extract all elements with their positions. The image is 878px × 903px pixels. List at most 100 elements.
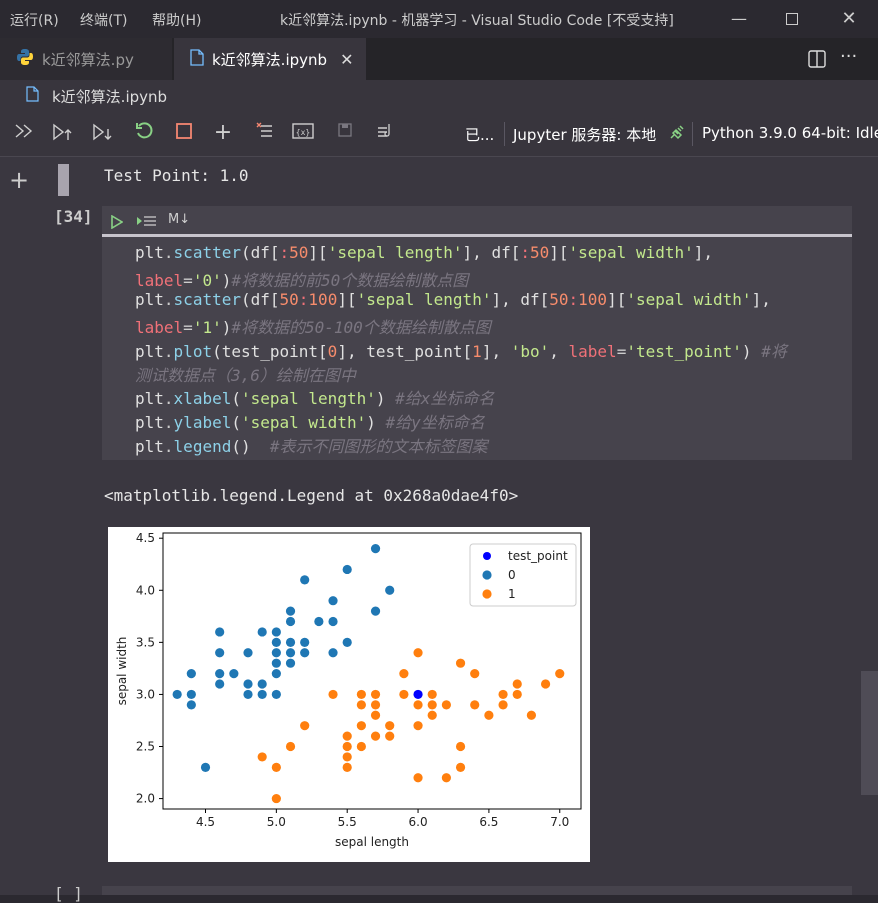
- code-token: ][: [607, 290, 627, 310]
- more-actions-icon[interactable]: ···: [840, 46, 857, 67]
- split-editor-icon[interactable]: [808, 50, 826, 72]
- data-point-series-1: [498, 700, 508, 710]
- data-point-series-0: [370, 544, 381, 554]
- data-point-series-0: [342, 564, 352, 575]
- data-point-series-1: [484, 710, 494, 720]
- code-token: 'sepal width': [568, 243, 694, 262]
- code-token: scatter: [173, 290, 241, 310]
- variables-icon[interactable]: {x}: [292, 122, 314, 144]
- code-token: :: [279, 243, 290, 262]
- maximize-icon[interactable]: [777, 6, 807, 32]
- run-above-icon[interactable]: [52, 122, 74, 144]
- data-point-series-0: [243, 679, 253, 689]
- code-token: .: [163, 412, 174, 432]
- data-point-series-0: [186, 669, 196, 679]
- data-point-series-1: [370, 710, 381, 720]
- menu-run[interactable]: 运行(R): [10, 10, 59, 30]
- code-token: ][: [308, 243, 328, 262]
- code-token: 'sepal length': [327, 243, 463, 262]
- scatter-chart: 4.5 5.0 5.5 6.0 6.5 7.0 2.0 2.5 3.0 3.5 4.0 4.5 sepa…: [115, 531, 582, 849]
- menu-terminal[interactable]: 终端(T): [80, 10, 127, 30]
- breadcrumb-file[interactable]: k近邻算法.ipynb: [52, 86, 167, 107]
- code-token: 'sepal width': [626, 290, 752, 310]
- vertical-scrollbar[interactable]: [861, 671, 878, 795]
- data-point-series-0: [285, 648, 296, 658]
- data-point-series-1: [385, 721, 395, 731]
- data-point-series-0: [215, 627, 225, 637]
- tab-label: k近邻算法.py: [42, 50, 134, 69]
- code-token: ],: [751, 290, 771, 310]
- data-point-series-1: [356, 700, 366, 710]
- code-token: 100: [578, 290, 608, 310]
- code-editor[interactable]: plt.scatter(df[:50]['sepal length'], df[…: [102, 237, 852, 460]
- data-point-series-1: [555, 669, 565, 679]
- data-point-series-0: [215, 648, 225, 658]
- code-token: ylabel: [173, 412, 232, 432]
- close-window-icon[interactable]: ✕: [834, 6, 864, 32]
- data-point-series-1: [399, 669, 409, 679]
- export-icon[interactable]: [374, 122, 396, 144]
- add-cell-gutter-icon[interactable]: +: [9, 168, 29, 192]
- save-icon[interactable]: [334, 122, 356, 144]
- tab-k-ipynb[interactable]: k近邻算法.ipynb ✕: [174, 38, 366, 80]
- data-point-series-1: [342, 741, 352, 752]
- code-token: #将数据的50-100个数据绘制散点图: [231, 318, 491, 338]
- next-code-cell[interactable]: [102, 886, 852, 895]
- data-point-series-1: [470, 700, 480, 710]
- code-token: .: [163, 243, 174, 262]
- clear-outputs-icon[interactable]: [254, 122, 276, 144]
- markdown-toggle[interactable]: M↓: [168, 212, 190, 227]
- server-connected-icon[interactable]: [668, 124, 685, 145]
- data-point-series-1: [342, 731, 352, 741]
- trusted-status[interactable]: 已...: [465, 124, 494, 145]
- code-token: plt: [135, 243, 164, 262]
- code-token: #将: [761, 341, 787, 361]
- data-point-series-1: [427, 689, 437, 700]
- data-point-series-1: [427, 700, 437, 710]
- code-token: ,: [549, 341, 569, 361]
- data-point-series-0: [186, 700, 196, 710]
- breadcrumb: k近邻算法.ipynb: [0, 80, 878, 110]
- run-cell-icon[interactable]: [111, 214, 124, 233]
- data-point-series-1: [328, 689, 338, 700]
- code-token: '0': [192, 270, 222, 290]
- minimize-icon[interactable]: —: [724, 6, 754, 32]
- data-point-series-1: [512, 679, 522, 689]
- code-token: plt: [135, 412, 164, 432]
- run-below-icon[interactable]: [92, 122, 114, 144]
- x-tick-label: 6.5: [479, 815, 498, 829]
- interrupt-kernel-icon[interactable]: [173, 122, 195, 144]
- code-token: xlabel: [173, 389, 232, 409]
- menu-help[interactable]: 帮助(H): [152, 10, 201, 30]
- y-tick-label: 4.0: [136, 583, 155, 597]
- restart-kernel-icon[interactable]: [133, 122, 155, 144]
- tab-k-py[interactable]: k近邻算法.py: [0, 38, 172, 80]
- run-all-icon[interactable]: [14, 122, 36, 144]
- data-point-series-0: [342, 637, 352, 647]
- code-token: 50: [289, 243, 309, 262]
- code-token: 'sepal length': [356, 290, 492, 310]
- add-cell-icon[interactable]: +: [212, 122, 234, 144]
- data-point-series-1: [385, 731, 395, 741]
- jupyter-server-status[interactable]: Jupyter 服务器: 本地: [513, 124, 656, 145]
- notebook-file-icon: [190, 48, 204, 70]
- data-point-series-0: [186, 689, 196, 700]
- python-icon: [16, 48, 34, 70]
- code-line: plt.legend() #表示不同图形的文本标签图案: [135, 433, 488, 457]
- toolbar-separator: [692, 122, 693, 146]
- code-token: 50: [279, 290, 299, 310]
- prev-cell-marker: [58, 164, 69, 196]
- run-below-cell-icon[interactable]: [136, 214, 158, 233]
- data-point-series-0: [243, 689, 253, 700]
- data-point-series-1: [498, 689, 508, 700]
- data-point-series-1: [356, 721, 366, 731]
- close-tab-icon[interactable]: ✕: [340, 50, 353, 69]
- data-point-series-1: [526, 710, 537, 720]
- data-point-series-0: [229, 669, 239, 679]
- code-token: ][: [549, 243, 569, 262]
- x-tick-label: 4.5: [196, 815, 215, 829]
- code-token: plt: [135, 341, 164, 361]
- y-tick-label: 4.5: [136, 531, 155, 545]
- kernel-status[interactable]: Python 3.9.0 64-bit: Idle: [702, 124, 878, 142]
- code-token: legend: [173, 436, 232, 456]
